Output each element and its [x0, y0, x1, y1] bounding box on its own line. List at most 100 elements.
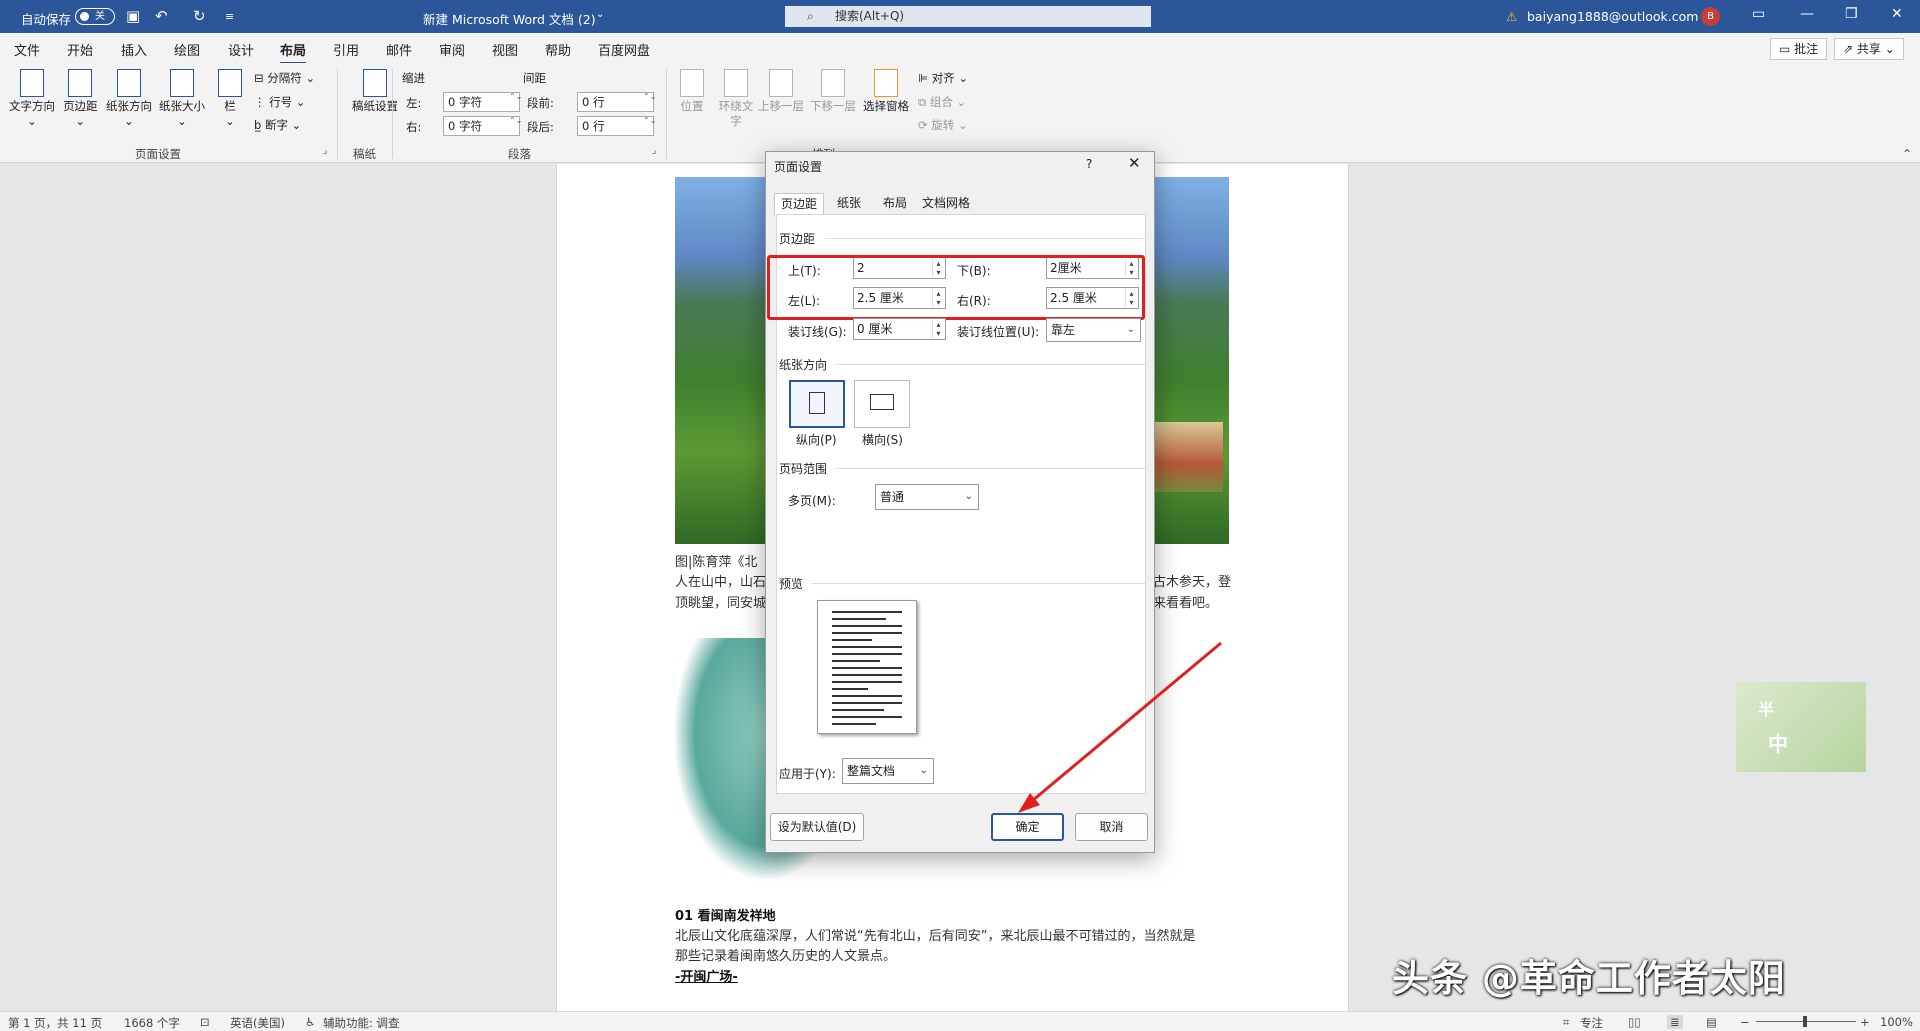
tab-home[interactable]: 开始 — [67, 40, 93, 59]
tab-file[interactable]: 文件 — [14, 40, 40, 59]
zoom-level[interactable]: 100% — [1880, 1015, 1913, 1029]
help-button[interactable]: ? — [1086, 157, 1092, 171]
photo-caption: 图|陈育萍《北 — [675, 555, 758, 570]
wrap-text-button[interactable]: 环绕文字 — [716, 69, 756, 129]
breaks-button[interactable]: ⊟ 分隔符 ⌄ — [254, 70, 315, 86]
spinner-icon[interactable]: ▴ ▾ — [932, 259, 944, 277]
print-layout-icon[interactable]: ≣ — [1667, 1015, 1683, 1029]
send-backward-button[interactable]: 下移一层 — [810, 69, 856, 114]
customize-icon[interactable]: ≡ — [225, 10, 234, 23]
landscape-option[interactable] — [854, 380, 910, 428]
comment-button[interactable]: ▭ 批注 — [1770, 38, 1828, 60]
tab-paper[interactable]: 纸张 — [831, 193, 867, 215]
ribbon-display-icon[interactable]: ▭ — [1752, 6, 1765, 22]
multiple-pages-select[interactable]: 普通 ⌄ — [875, 484, 979, 510]
minimize-icon[interactable]: — — [1800, 6, 1814, 22]
zoom-in-icon[interactable]: + — [1860, 1015, 1870, 1029]
dialog-launcher-icon[interactable]: ⌟ — [652, 146, 656, 156]
read-mode-icon[interactable]: ▯▯ — [1628, 1015, 1641, 1029]
align-button[interactable]: ⊫ 对齐 ⌄ — [918, 70, 968, 86]
spinner-icon[interactable]: ▴ ▾ — [1125, 259, 1137, 277]
preview-line — [832, 618, 886, 620]
group-button[interactable]: ⧉ 组合 ⌄ — [918, 94, 966, 110]
proofing-icon[interactable]: ⊡ — [200, 1015, 210, 1029]
multiple-pages-label: 多页(M): — [788, 494, 836, 508]
rotate-button[interactable]: ⟳ 旋转 ⌄ — [918, 117, 968, 133]
page-count[interactable]: 第 1 页，共 11 页 — [8, 1015, 102, 1031]
save-icon[interactable]: ▣ — [126, 7, 140, 25]
tab-baidu-netdisk[interactable]: 百度网盘 — [598, 40, 650, 59]
cancel-button[interactable]: 取消 — [1075, 813, 1148, 841]
redo-icon[interactable]: ↻ — [193, 7, 206, 25]
tab-design[interactable]: 设计 — [228, 40, 254, 59]
undo-icon[interactable]: ↶ — [155, 7, 168, 25]
tab-document-grid[interactable]: 文档网格 — [916, 193, 976, 215]
close-icon[interactable]: ✕ — [1128, 154, 1141, 172]
margins-button[interactable]: 页边距 ⌄ — [63, 69, 98, 129]
size-button[interactable]: 纸张大小 ⌄ — [159, 69, 205, 129]
dialog-launcher-icon[interactable]: ⌟ — [323, 146, 327, 156]
tab-review[interactable]: 审阅 — [439, 40, 465, 59]
spinner-icon[interactable]: ▴ ▾ — [932, 320, 944, 338]
line-numbers-button[interactable]: ⋮ 行号 ⌄ — [254, 94, 305, 110]
focus-mode[interactable]: 专注 — [1580, 1015, 1603, 1031]
orientation-icon — [117, 69, 141, 97]
position-button[interactable]: 位置 — [680, 69, 704, 114]
zoom-slider-thumb[interactable] — [1803, 1016, 1807, 1027]
gutter-position-select[interactable]: 靠左 ⌄ — [1046, 318, 1141, 342]
accessibility-status[interactable]: 辅助功能: 调查 — [323, 1015, 400, 1031]
tab-draw[interactable]: 绘图 — [174, 40, 200, 59]
search-box[interactable]: ⌕ 搜索(Alt+Q) — [785, 6, 1151, 27]
top-margin-input[interactable]: 2 ▴ ▾ — [853, 257, 946, 279]
preview-line — [832, 625, 902, 627]
spinner-icon[interactable]: ▴ ▾ — [932, 289, 944, 307]
apply-to-select[interactable]: 整篇文档 ⌄ — [842, 758, 934, 784]
search-placeholder: 搜索(Alt+Q) — [835, 9, 905, 23]
landscape-label[interactable]: 横向(S) — [862, 431, 903, 448]
left-margin-input[interactable]: 2.5 厘米 ▴ ▾ — [853, 287, 946, 309]
restore-icon[interactable]: ❐ — [1845, 6, 1858, 22]
chevron-down-icon[interactable]: ⌄ — [596, 9, 604, 20]
ok-button[interactable]: 确定 — [991, 813, 1064, 841]
bottom-margin-input[interactable]: 2厘米 ▴ ▾ — [1046, 257, 1139, 279]
tab-view[interactable]: 视图 — [492, 40, 518, 59]
tab-layout[interactable]: 布局 — [877, 193, 913, 215]
tab-references[interactable]: 引用 — [333, 40, 359, 59]
tab-help[interactable]: 帮助 — [545, 40, 571, 59]
tab-insert[interactable]: 插入 — [121, 40, 147, 59]
hyphenation-button[interactable]: b̲ 断字 ⌄ — [254, 117, 301, 133]
orientation-button[interactable]: 纸张方向 ⌄ — [106, 69, 152, 129]
collapse-ribbon-icon[interactable]: ⌃ — [1902, 147, 1912, 161]
apply-to-label: 应用于(Y): — [779, 767, 836, 781]
zoom-out-icon[interactable]: − — [1740, 1015, 1750, 1029]
bring-forward-button[interactable]: 上移一层 — [758, 69, 804, 114]
autosave-toggle[interactable]: 关 — [75, 8, 115, 25]
close-icon[interactable]: ✕ — [1891, 6, 1903, 22]
spacing-after-input[interactable]: 0 行 — [577, 116, 654, 136]
avatar[interactable]: B — [1701, 7, 1720, 26]
spacing-before-input[interactable]: 0 行 — [577, 92, 654, 112]
portrait-label[interactable]: 纵向(P) — [796, 431, 837, 448]
indent-left-input[interactable]: 0 字符 — [443, 92, 520, 112]
word-count[interactable]: 1668 个字 — [124, 1015, 180, 1031]
text-direction-button[interactable]: 文字方向 ⌄ — [9, 69, 55, 129]
indent-right-input[interactable]: 0 字符 — [443, 116, 520, 136]
tab-mailings[interactable]: 邮件 — [386, 40, 412, 59]
spinner-icon[interactable]: ▴ ▾ — [1125, 289, 1137, 307]
preview-line — [832, 667, 902, 669]
language-status[interactable]: 英语(美国) — [230, 1015, 285, 1031]
tab-margins[interactable]: 页边距 — [774, 193, 825, 215]
right-margin-input[interactable]: 2.5 厘米 ▴ ▾ — [1046, 287, 1139, 309]
portrait-option[interactable] — [789, 380, 845, 428]
gutter-input[interactable]: 0 厘米 ▴ ▾ — [853, 318, 946, 340]
warning-icon[interactable]: ⚠ — [1506, 9, 1517, 24]
account-email[interactable]: baiyang1888@outlook.com — [1527, 9, 1698, 24]
share-button[interactable]: ⇗ 共享 ⌄ — [1834, 38, 1904, 60]
tab-layout[interactable]: 布局 — [280, 40, 307, 65]
columns-button[interactable]: 栏 ⌄ — [218, 69, 242, 129]
document-title[interactable]: 新建 Microsoft Word 文档 (2) — [423, 9, 596, 28]
paper-size-icon — [170, 69, 194, 97]
selection-pane-button[interactable]: 选择窗格 — [863, 69, 909, 114]
set-default-button[interactable]: 设为默认值(D) — [770, 813, 864, 841]
web-layout-icon[interactable]: ▤ — [1706, 1015, 1717, 1029]
